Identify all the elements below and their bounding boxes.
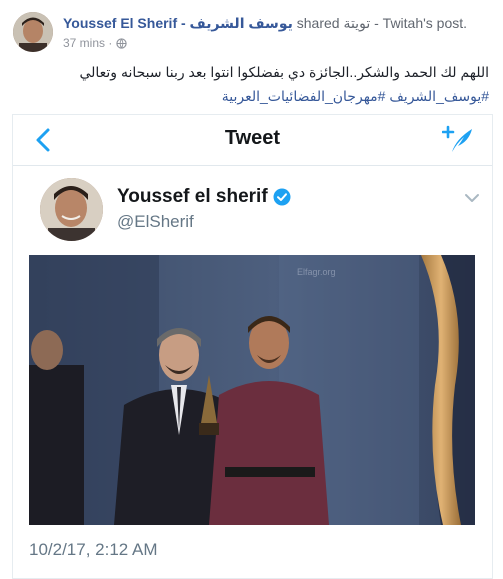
tweet-date: 10/2/17, 2:12 AM [29,540,158,559]
post-header-line: Youssef El Sherif - يوسف الشريف shared ت… [63,15,467,32]
tweet-top-bar: Tweet [13,115,492,166]
verified-badge-icon [273,188,291,206]
photo-watermark: Elfagr.org [297,267,336,277]
tweet-body: Youssef el sherif @ElSherif Elfagr.org 1… [13,166,492,578]
post-header: Youssef El Sherif - يوسف الشريف shared ت… [13,12,493,54]
tweet-author-name[interactable]: Youssef el sherif [117,186,291,208]
tweet-author-handle[interactable]: @ElSherif [117,212,194,232]
compose-tweet-icon[interactable] [442,125,474,155]
tweet-display-name: Youssef el sherif [117,186,268,207]
author-name-link[interactable]: Youssef El Sherif - يوسف الشريف [63,15,293,31]
tweet-header-title: Tweet [224,127,281,149]
shared-post-text[interactable]: shared تويتة - Twitah's post. [297,15,467,31]
chevron-down-icon[interactable] [464,192,480,204]
tweet-screenshot-card[interactable]: Tweet Youssef el sherif @ElSherif Elfagr… [12,114,493,579]
post-hashtags[interactable]: #يوسف_الشريف #مهرجان_الفضائيات_العربية [222,88,489,105]
post-text: اللهم لك الحمد والشكر..الجائزة دي بفضلكو… [79,64,489,80]
tweet-author-avatar[interactable] [40,178,103,241]
post-meta: 37 mins · [63,36,128,50]
author-avatar[interactable] [13,12,53,52]
globe-icon [116,37,128,49]
post-timestamp[interactable]: 37 mins · [63,36,112,50]
tweet-photo[interactable]: Elfagr.org [29,255,475,525]
